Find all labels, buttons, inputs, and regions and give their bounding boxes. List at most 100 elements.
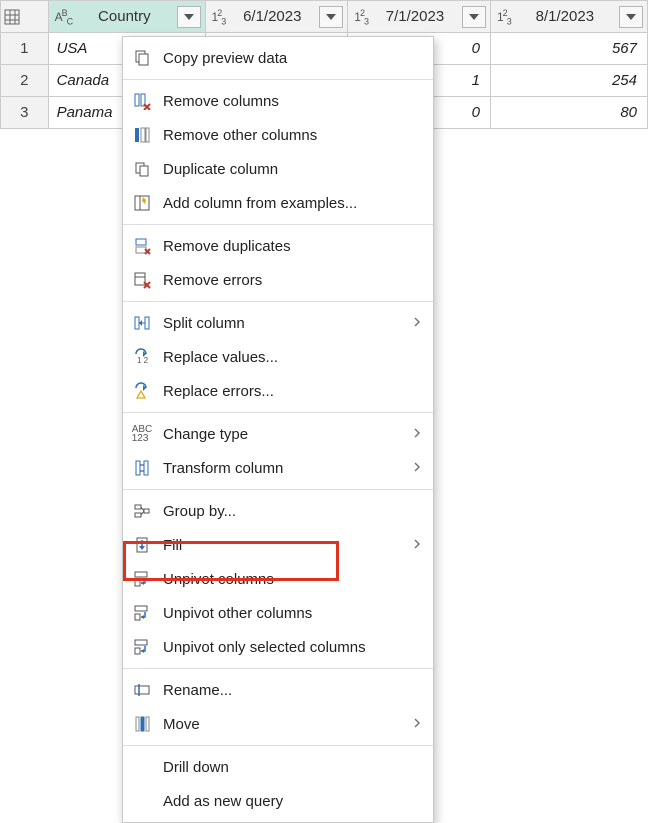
remove-errors-icon	[131, 269, 153, 291]
column-filter-dropdown[interactable]	[319, 6, 343, 28]
menu-duplicate-column[interactable]: Duplicate column	[123, 152, 433, 186]
blank-icon	[131, 790, 153, 812]
menu-separator	[123, 745, 433, 746]
menu-label: Remove columns	[163, 93, 421, 110]
type-number-icon: 123	[497, 10, 511, 24]
column-label: Country	[76, 8, 172, 25]
type-number-icon: 123	[354, 10, 368, 24]
menu-label: Duplicate column	[163, 161, 421, 178]
menu-separator	[123, 489, 433, 490]
column-filter-dropdown[interactable]	[177, 6, 201, 28]
menu-unpivot-other-columns[interactable]: Unpivot other columns	[123, 596, 433, 630]
menu-label: Unpivot only selected columns	[163, 639, 421, 656]
menu-fill[interactable]: Fill	[123, 528, 433, 562]
submenu-arrow-icon	[413, 426, 421, 443]
menu-copy-preview-data[interactable]: Copy preview data	[123, 41, 433, 75]
menu-remove-other-columns[interactable]: Remove other columns	[123, 118, 433, 152]
menu-rename[interactable]: Rename...	[123, 673, 433, 707]
column-filter-dropdown[interactable]	[619, 6, 643, 28]
menu-label: Change type	[163, 426, 403, 443]
menu-remove-columns[interactable]: Remove columns	[123, 84, 433, 118]
column-context-menu: Copy preview data Remove columns Remove …	[122, 36, 434, 823]
split-column-icon	[131, 312, 153, 334]
cell-value[interactable]: 80	[491, 104, 647, 121]
column-header-date3[interactable]: 123 8/1/2023	[490, 1, 647, 33]
menu-unpivot-selected-columns[interactable]: Unpivot only selected columns	[123, 630, 433, 664]
menu-separator	[123, 79, 433, 80]
menu-label: Remove duplicates	[163, 238, 421, 255]
change-type-icon: ABC123	[131, 423, 153, 445]
menu-label: Transform column	[163, 460, 403, 477]
menu-group-by[interactable]: Group by...	[123, 494, 433, 528]
menu-separator	[123, 301, 433, 302]
select-all-corner[interactable]	[1, 1, 49, 33]
type-text-icon: ABC	[55, 10, 73, 24]
menu-change-type[interactable]: ABC123 Change type	[123, 417, 433, 451]
type-number-icon: 123	[212, 10, 226, 24]
unpivot-other-columns-icon	[131, 602, 153, 624]
submenu-arrow-icon	[413, 460, 421, 477]
unpivot-columns-icon	[131, 568, 153, 590]
group-by-icon	[131, 500, 153, 522]
transform-column-icon	[131, 457, 153, 479]
fill-icon	[131, 534, 153, 556]
menu-label: Unpivot other columns	[163, 605, 421, 622]
submenu-arrow-icon	[413, 315, 421, 332]
rename-icon	[131, 679, 153, 701]
column-label: 7/1/2023	[372, 8, 458, 25]
menu-label: Unpivot columns	[163, 571, 421, 588]
menu-separator	[123, 224, 433, 225]
row-number: 2	[1, 65, 49, 97]
replace-errors-icon	[131, 380, 153, 402]
blank-icon	[131, 756, 153, 778]
row-number: 3	[1, 97, 49, 129]
column-header-date2[interactable]: 123 7/1/2023	[348, 1, 491, 33]
menu-label: Rename...	[163, 682, 421, 699]
menu-split-column[interactable]: Split column	[123, 306, 433, 340]
duplicate-column-icon	[131, 158, 153, 180]
menu-label: Remove errors	[163, 272, 421, 289]
menu-replace-values[interactable]: 1 2 Replace values...	[123, 340, 433, 374]
menu-label: Replace values...	[163, 349, 421, 366]
unpivot-selected-icon	[131, 636, 153, 658]
column-header-country[interactable]: ABC Country	[48, 1, 205, 33]
menu-label: Copy preview data	[163, 50, 421, 67]
submenu-arrow-icon	[413, 716, 421, 733]
cell-value[interactable]: 254	[491, 72, 647, 89]
column-label: 8/1/2023	[515, 8, 615, 25]
replace-values-icon: 1 2	[131, 346, 153, 368]
column-header-date1[interactable]: 123 6/1/2023	[205, 1, 348, 33]
menu-label: Add as new query	[163, 793, 421, 810]
menu-label: Replace errors...	[163, 383, 421, 400]
menu-add-as-new-query[interactable]: Add as new query	[123, 784, 433, 818]
menu-unpivot-columns[interactable]: Unpivot columns	[123, 562, 433, 596]
submenu-arrow-icon	[413, 537, 421, 554]
menu-drill-down[interactable]: Drill down	[123, 750, 433, 784]
table-icon	[1, 6, 23, 28]
remove-duplicates-icon	[131, 235, 153, 257]
menu-label: Add column from examples...	[163, 195, 421, 212]
menu-replace-errors[interactable]: Replace errors...	[123, 374, 433, 408]
svg-text:1 2: 1 2	[137, 356, 149, 365]
remove-columns-icon	[131, 90, 153, 112]
menu-separator	[123, 668, 433, 669]
menu-label: Group by...	[163, 503, 421, 520]
menu-label: Split column	[163, 315, 403, 332]
menu-remove-errors[interactable]: Remove errors	[123, 263, 433, 297]
menu-add-column-from-examples[interactable]: Add column from examples...	[123, 186, 433, 220]
add-column-examples-icon	[131, 192, 153, 214]
menu-label: Drill down	[163, 759, 421, 776]
menu-separator	[123, 412, 433, 413]
menu-label: Move	[163, 716, 403, 733]
menu-remove-duplicates[interactable]: Remove duplicates	[123, 229, 433, 263]
copy-icon	[131, 47, 153, 69]
menu-label: Remove other columns	[163, 127, 421, 144]
remove-other-columns-icon	[131, 124, 153, 146]
column-filter-dropdown[interactable]	[462, 6, 486, 28]
cell-value[interactable]: 567	[491, 40, 647, 57]
menu-label: Fill	[163, 537, 403, 554]
row-number: 1	[1, 33, 49, 65]
menu-transform-column[interactable]: Transform column	[123, 451, 433, 485]
menu-move[interactable]: Move	[123, 707, 433, 741]
column-label: 6/1/2023	[229, 8, 315, 25]
